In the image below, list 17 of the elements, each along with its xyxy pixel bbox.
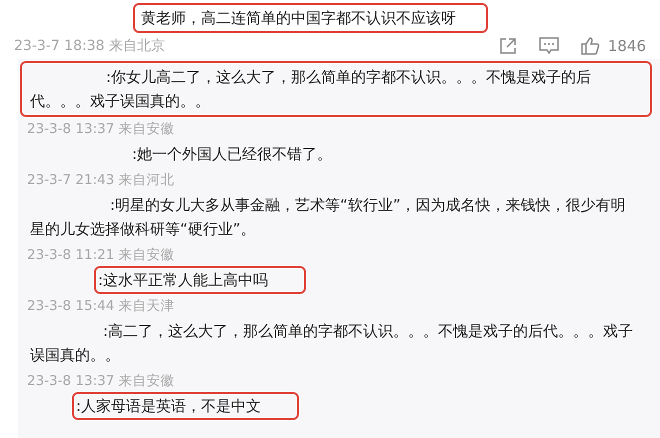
reply-text: :高二了，这么大了，那么简单的字都不认识。。。不愧是戏子的后代。。。戏子误国真的。。: [29, 321, 634, 366]
reply-time: 23-3-8 13:37 来自安徽: [27, 120, 175, 138]
reply-text: :她一个外国人已经很不错了。: [131, 144, 334, 165]
reply-time: 23-3-8 15:44 来自天津: [27, 296, 175, 314]
reply-text: :人家母语是英语，不是中文: [72, 392, 300, 420]
reply-time: 23-3-8 13:37 来自安徽: [27, 372, 175, 390]
comment-text: 黄老师，高二连简单的中国字都不认识不应该呀: [133, 3, 488, 33]
reply-text: :这水平正常人能上高中吗: [94, 266, 306, 294]
reply-text: :明星的女儿大多从事金融，艺术等“软行业”，因为成名快，来钱快，很少有明星的儿女选择做科研等“硬行业”。: [29, 195, 627, 240]
comment-time: 23-3-7 18:38 来自北京: [14, 37, 165, 55]
share-icon[interactable]: [498, 36, 518, 56]
comment-icon[interactable]: [538, 36, 560, 56]
reply-time: 23-3-8 11:21 来自安徽: [27, 246, 175, 264]
reply-time: 23-3-7 21:43 来自河北: [27, 170, 175, 188]
thumbs-up-icon[interactable]: [580, 36, 600, 56]
reply-text: :你女儿高二了，这么大了，那么简单的字都不认识。。。不愧是戏子的后代。。。戏子误国真的。。: [20, 61, 652, 117]
like-count: 1846: [608, 37, 646, 55]
